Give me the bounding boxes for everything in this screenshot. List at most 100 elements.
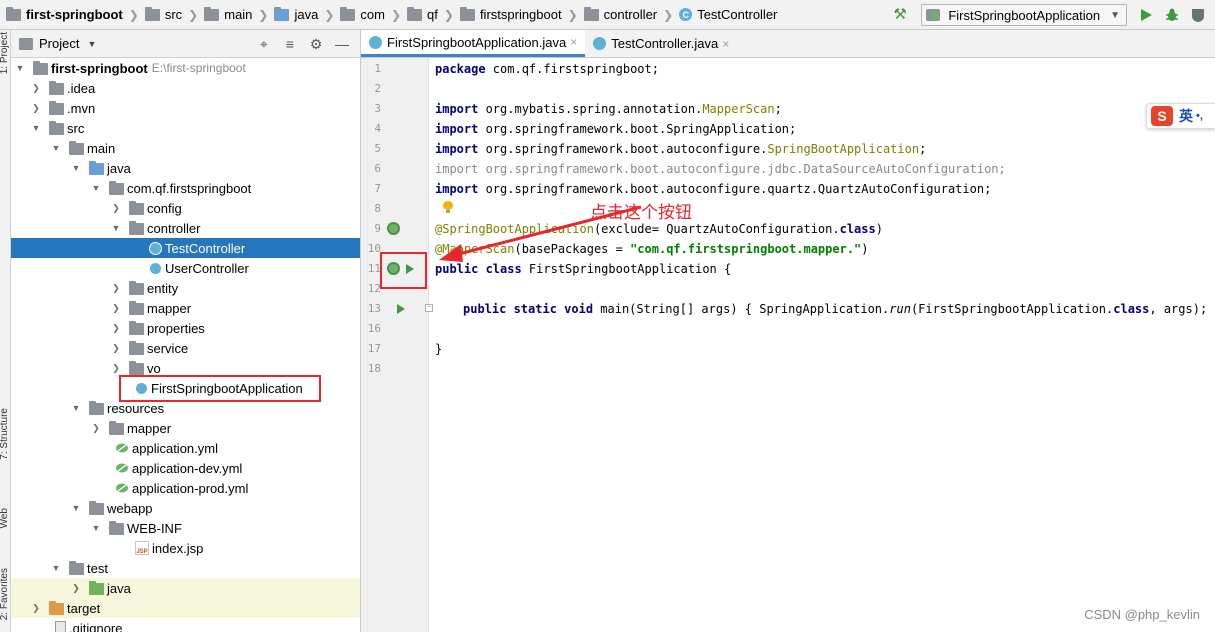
chevron-right-icon: ❯ [663, 7, 674, 22]
tree-item-resources-mapper[interactable]: ❯ mapper [11, 418, 360, 438]
tree-item-properties[interactable]: ❯ properties [11, 318, 360, 338]
tree-item-test-java[interactable]: ❯ java [11, 578, 360, 598]
breadcrumb-qf[interactable]: qf [405, 0, 440, 30]
tab-testcontroller[interactable]: TestController.java × [585, 30, 737, 57]
run-with-coverage-button[interactable] [1189, 6, 1207, 24]
project-panel-title[interactable]: Project [39, 36, 79, 51]
tree-item-application-dev-yml[interactable]: application-dev.yml [11, 458, 360, 478]
breadcrumb-testcontroller[interactable]: C TestController [677, 0, 779, 30]
tree-item-firstspringbootapplication[interactable]: FirstSpringbootApplication [11, 378, 360, 398]
collapse-arrow-icon[interactable]: ❯ [111, 203, 121, 214]
expand-arrow-icon[interactable]: ▼ [71, 163, 81, 173]
tree-item-java[interactable]: ▼ java [11, 158, 360, 178]
debug-button[interactable] [1163, 6, 1181, 24]
project-panel-tools: ⌖ ≡ ⚙ — [256, 30, 360, 58]
tree-item-test[interactable]: ▼ test [11, 558, 360, 578]
collapse-arrow-icon[interactable]: ❯ [31, 603, 41, 614]
tree-item-target[interactable]: ❯ target [11, 598, 360, 618]
code-area[interactable]: 1 2 3 4 5 6 7 8 9 10 11 12 13 16 17 18 −… [361, 58, 1215, 632]
breadcrumb-java[interactable]: java [272, 0, 320, 30]
tree-item-root[interactable]: ▼ first-springboot E:\first-springboot [11, 58, 360, 78]
run-main-method-icon[interactable] [397, 304, 405, 314]
breadcrumb-firstspringboot[interactable]: firstspringboot [458, 0, 564, 30]
tree-item-idea[interactable]: ❯ .idea [11, 78, 360, 98]
collapse-arrow-icon[interactable]: ❯ [111, 323, 121, 334]
jsp-file-icon: JSP [135, 541, 149, 555]
collapse-arrow-icon[interactable]: ❯ [111, 363, 121, 374]
chevron-down-icon[interactable]: ▼ [87, 39, 96, 49]
structure-tool-tab[interactable]: 7: Structure [0, 408, 10, 460]
build-hammer-icon[interactable]: ⚒ [893, 7, 909, 23]
tree-item-webapp[interactable]: ▼ webapp [11, 498, 360, 518]
gear-icon[interactable]: ⚙ [308, 36, 324, 52]
expand-arrow-icon[interactable]: ▼ [51, 143, 61, 153]
tree-item-index-jsp[interactable]: JSP index.jsp [11, 538, 360, 558]
breadcrumb-com[interactable]: com [338, 0, 387, 30]
line-number: 4 [374, 122, 381, 135]
tree-item-entity[interactable]: ❯ entity [11, 278, 360, 298]
tree-item-src[interactable]: ▼ src [11, 118, 360, 138]
ime-badge[interactable]: S 英 •, [1146, 103, 1215, 129]
tree-item-label: TestController [165, 240, 246, 256]
project-tool-tab[interactable]: 1: Project [0, 32, 10, 74]
chevron-right-icon: ❯ [390, 7, 402, 22]
expand-arrow-icon[interactable]: ▼ [91, 523, 101, 533]
breadcrumb-src[interactable]: src [143, 0, 184, 30]
breadcrumb-project[interactable]: first-springboot [0, 0, 125, 30]
tree-item-package[interactable]: ▼ com.qf.firstspringboot [11, 178, 360, 198]
collapse-arrow-icon[interactable]: ❯ [111, 303, 121, 314]
tree-item-mapper[interactable]: ❯ mapper [11, 298, 360, 318]
expand-arrow-icon[interactable]: ▼ [51, 563, 61, 573]
run-configuration-select[interactable]: FirstSpringbootApplication ▼ [921, 4, 1127, 26]
tab-label: TestController.java [611, 36, 719, 51]
tree-item-controller[interactable]: ▼ controller [11, 218, 360, 238]
tree-item-vo[interactable]: ❯ vo [11, 358, 360, 378]
fold-marker-icon[interactable]: − [425, 304, 433, 312]
run-button[interactable] [1137, 6, 1155, 24]
breadcrumb-label: controller [603, 7, 658, 22]
tree-item-application-prod-yml[interactable]: application-prod.yml [11, 478, 360, 498]
collapse-arrow-icon[interactable]: ❯ [111, 283, 121, 294]
collapse-arrow-icon[interactable]: ❯ [31, 83, 41, 94]
favorites-tool-tab[interactable]: 2: Favorites [0, 568, 10, 620]
collapse-all-icon[interactable]: ≡ [282, 36, 298, 52]
tree-item-service[interactable]: ❯ service [11, 338, 360, 358]
tree-item-config[interactable]: ❯ config [11, 198, 360, 218]
minimize-icon[interactable]: — [334, 36, 350, 52]
breadcrumb-main[interactable]: main [202, 0, 254, 30]
web-tool-tab[interactable]: Web [0, 508, 10, 528]
close-icon[interactable]: × [570, 35, 577, 49]
expand-arrow-icon[interactable]: ▼ [31, 123, 41, 133]
collapse-arrow-icon[interactable]: ❯ [91, 423, 101, 434]
tree-item-mvn[interactable]: ❯ .mvn [11, 98, 360, 118]
code-text: org.springframework.boot.autoconfigure.j… [478, 162, 1006, 176]
breadcrumb-label: main [224, 7, 253, 22]
collapse-arrow-icon[interactable]: ❯ [111, 343, 121, 354]
code-keyword: import [435, 122, 479, 136]
expand-arrow-icon[interactable]: ▼ [71, 403, 81, 413]
spring-bean-icon[interactable] [387, 262, 400, 275]
run-main-class-icon[interactable] [406, 264, 414, 274]
tree-item-main[interactable]: ▼ main [11, 138, 360, 158]
tree-item-usercontroller[interactable]: UserController [11, 258, 360, 278]
tab-firstspringbootapplication[interactable]: FirstSpringbootApplication.java × [361, 30, 586, 57]
expand-arrow-icon[interactable]: ▼ [15, 63, 25, 73]
tree-item-label: application.yml [132, 440, 218, 456]
close-icon[interactable]: × [722, 37, 729, 51]
chevron-right-icon: ❯ [324, 7, 335, 22]
tree-item-application-yml[interactable]: application.yml [11, 438, 360, 458]
tree-item-web-inf[interactable]: ▼ WEB-INF [11, 518, 360, 538]
collapse-arrow-icon[interactable]: ❯ [71, 583, 81, 594]
tree-item-label: index.jsp [152, 540, 204, 556]
tree-item-testcontroller[interactable]: TestController [11, 238, 360, 258]
tree-item-gitignore[interactable]: .gitignore [11, 618, 360, 632]
expand-arrow-icon[interactable]: ▼ [111, 223, 121, 233]
expand-arrow-icon[interactable]: ▼ [71, 503, 81, 513]
spring-bean-icon[interactable] [387, 222, 400, 235]
collapse-arrow-icon[interactable]: ❯ [31, 103, 41, 114]
locate-crosshair-icon[interactable]: ⌖ [256, 36, 272, 52]
tree-item-label: service [147, 340, 189, 356]
breadcrumb-controller[interactable]: controller [582, 0, 659, 30]
expand-arrow-icon[interactable]: ▼ [91, 183, 101, 193]
tree-item-resources[interactable]: ▼ resources [11, 398, 360, 418]
